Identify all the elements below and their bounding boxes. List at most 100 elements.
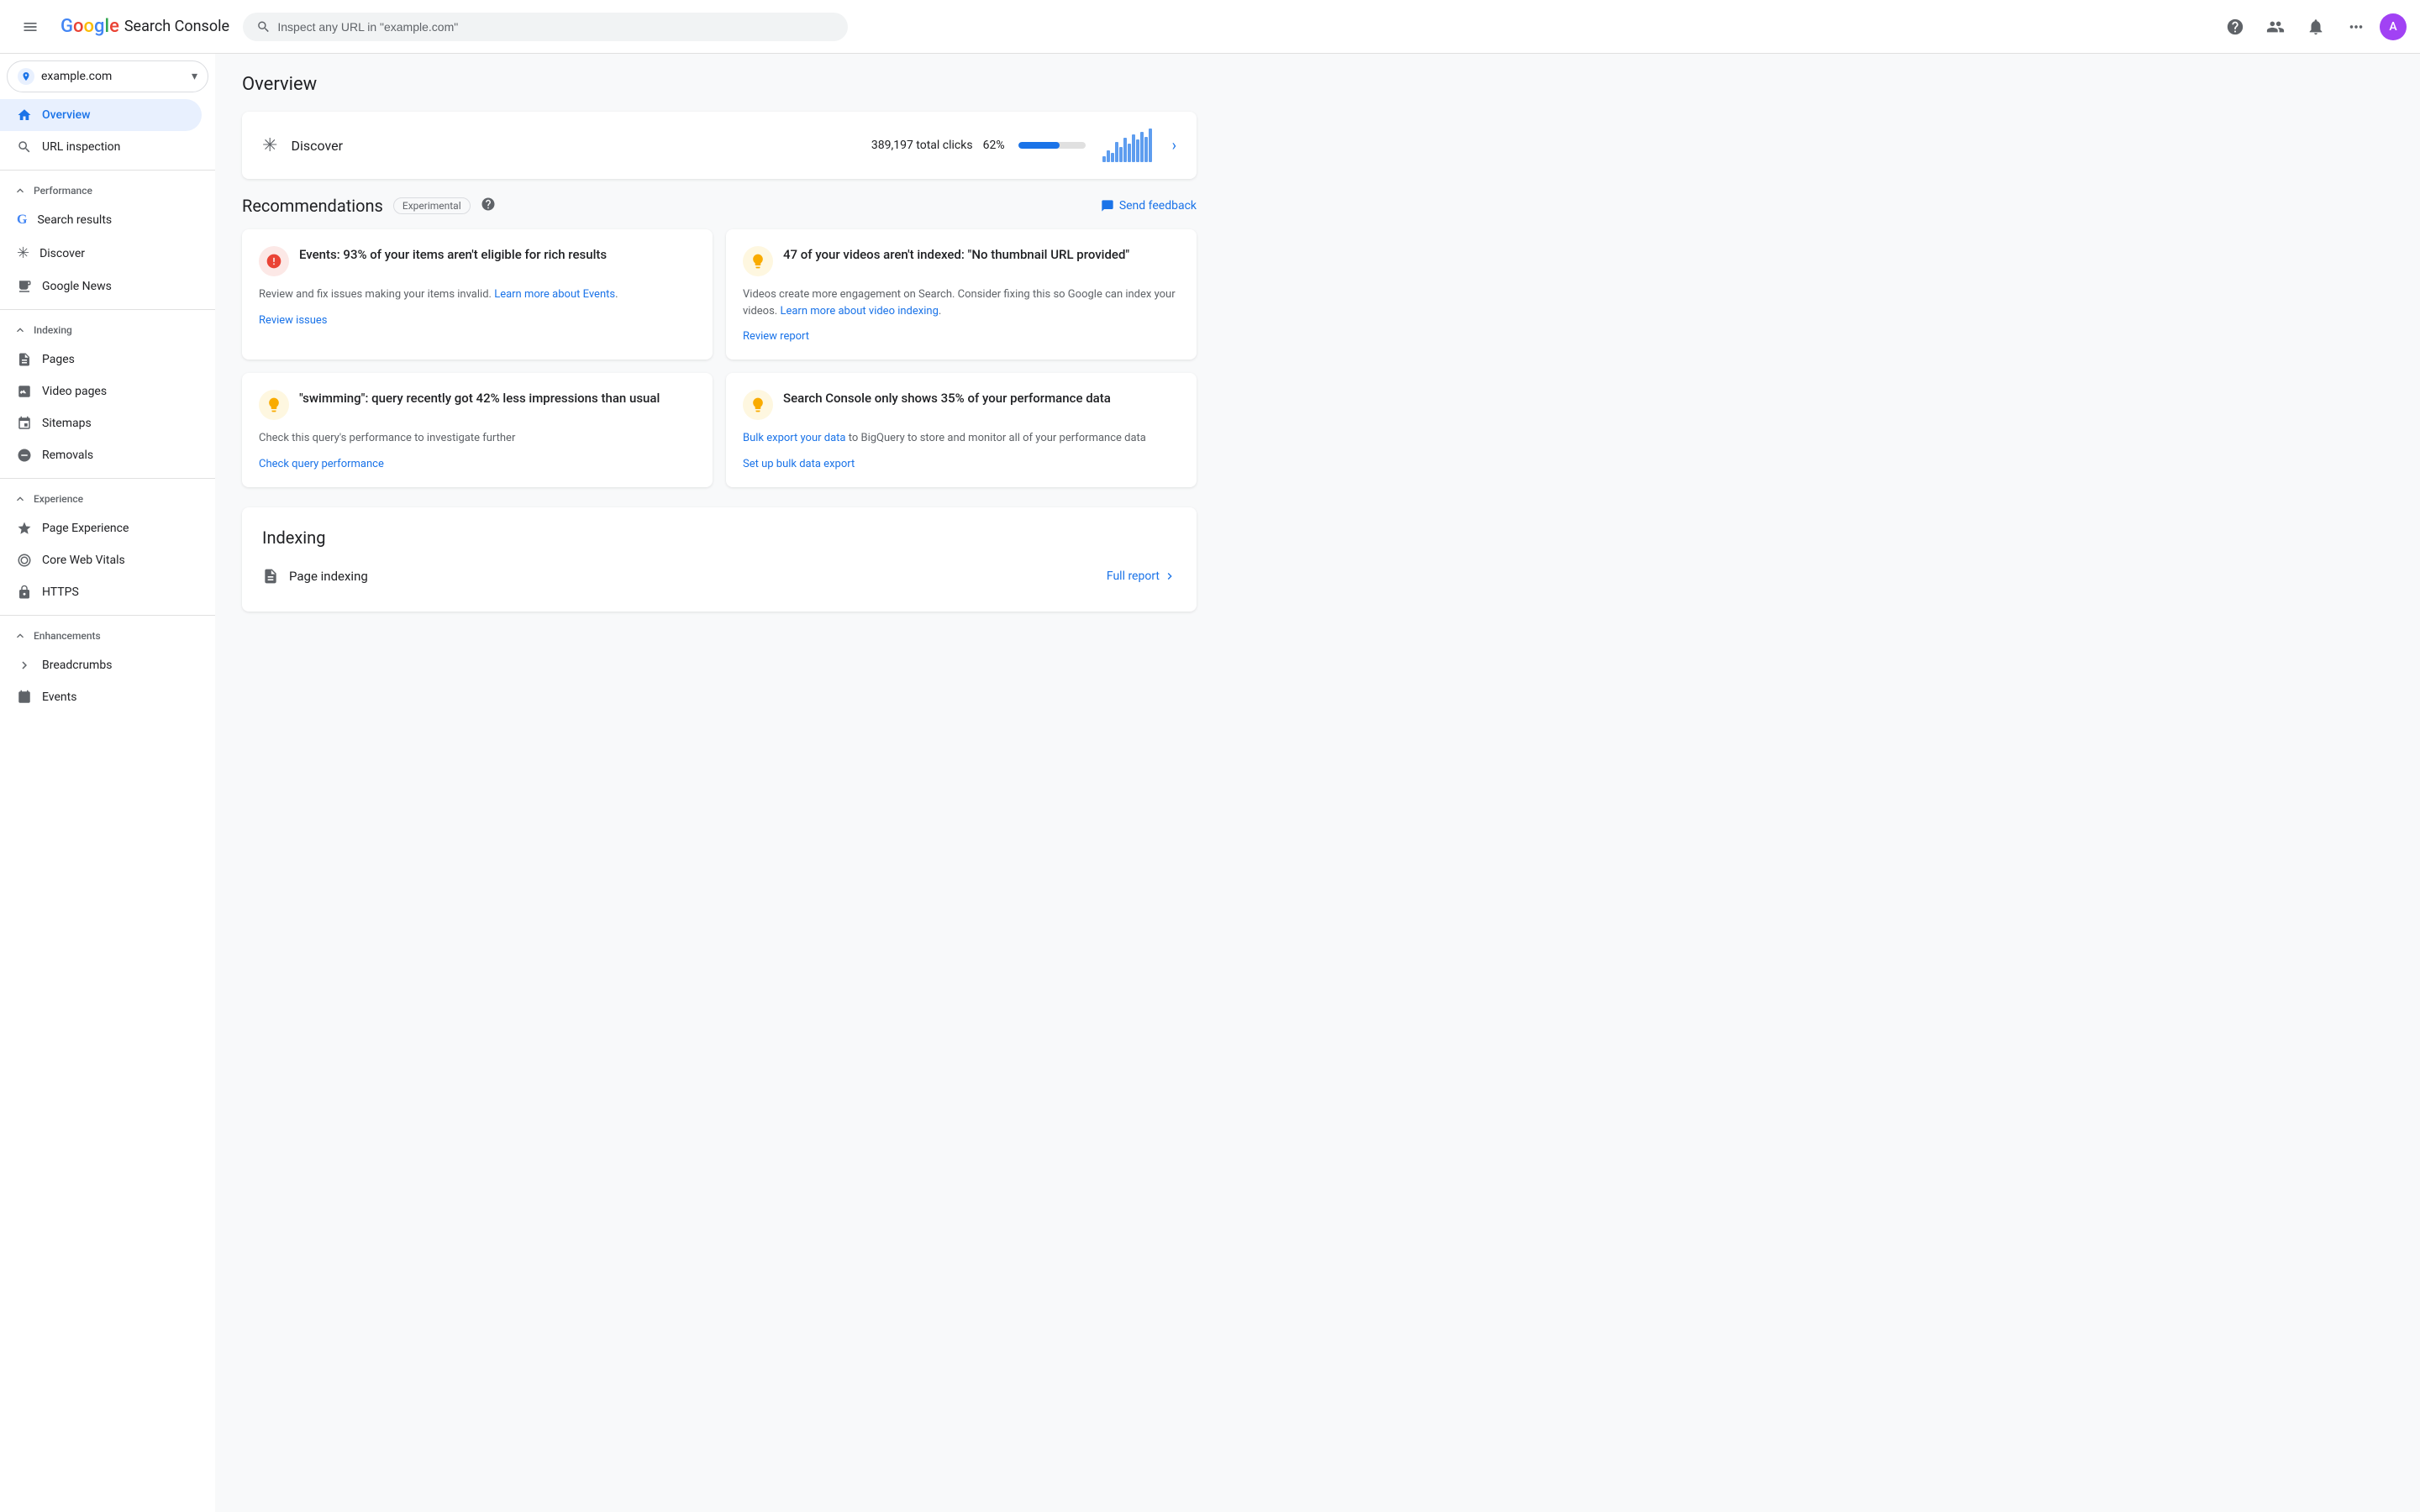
sidebar-label-https: HTTPS	[42, 585, 79, 599]
events-icon	[17, 690, 32, 705]
chart-bar	[1119, 147, 1123, 162]
rec-card-title-events: Events: 93% of your items aren't eligibl…	[299, 246, 607, 264]
recommendation-card-video: 47 of your videos aren't indexed: "No th…	[726, 229, 1197, 360]
discover-arrow-icon[interactable]: ›	[1172, 137, 1176, 155]
discover-stats: 389,197 total clicks 62%	[871, 129, 1159, 162]
sidebar-label-breadcrumbs: Breadcrumbs	[42, 659, 112, 672]
sidebar-label-removals: Removals	[42, 449, 93, 462]
apps-button[interactable]	[2339, 10, 2373, 44]
discover-icon: ✳	[17, 244, 29, 262]
discover-label: Discover	[291, 138, 857, 154]
recommendation-card-bulk-export: Search Console only shows 35% of your pe…	[726, 373, 1197, 487]
sidebar-item-google-news[interactable]: Google News	[0, 270, 202, 302]
section-label-indexing: Indexing	[34, 324, 72, 336]
rec-card-desc-swimming: Check this query's performance to invest…	[259, 430, 696, 447]
rec-card-desc-events: Review and fix issues making your items …	[259, 286, 696, 303]
rec-card-title-video: 47 of your videos aren't indexed: "No th…	[783, 246, 1129, 264]
recommendations-header: Recommendations Experimental Send feedba…	[242, 196, 1197, 216]
info-icon	[743, 246, 773, 276]
nav-divider-2	[0, 309, 215, 310]
chart-bar	[1102, 156, 1106, 162]
setup-bulk-export-link[interactable]: Set up bulk data export	[743, 458, 855, 470]
sidebar-label-overview: Overview	[42, 108, 90, 122]
vitals-icon	[17, 553, 32, 568]
collapse-icon	[13, 492, 27, 506]
arrow-right-icon	[1163, 570, 1176, 583]
rec-card-header: "swimming": query recently got 42% less …	[259, 390, 696, 420]
avatar[interactable]: A	[2380, 13, 2407, 40]
rec-card-desc-video: Videos create more engagement on Search.…	[743, 286, 1180, 319]
sidebar-item-https[interactable]: HTTPS	[0, 576, 202, 608]
sidebar-item-sitemaps[interactable]: Sitemaps	[0, 407, 202, 439]
discover-percentage: 62%	[983, 139, 1005, 152]
sidebar-label-sitemaps: Sitemaps	[42, 417, 92, 430]
page-experience-icon	[17, 521, 32, 536]
google-logo: Google	[60, 16, 119, 37]
sidebar-label-search-results: Search results	[37, 213, 112, 227]
google-g-icon: G	[17, 213, 27, 228]
chart-bar	[1132, 134, 1135, 162]
sidebar-item-url-inspection[interactable]: URL inspection	[0, 131, 202, 163]
sidebar-item-discover[interactable]: ✳ Discover	[0, 236, 202, 270]
help-button[interactable]	[2218, 10, 2252, 44]
nav-divider-1	[0, 170, 215, 171]
nav-divider-3	[0, 478, 215, 479]
help-circle-icon[interactable]	[481, 197, 496, 215]
chart-bar	[1115, 142, 1118, 162]
sidebar: example.com ▾ Overview URL inspection Pe…	[0, 54, 215, 1512]
rec-card-header: 47 of your videos aren't indexed: "No th…	[743, 246, 1180, 276]
section-header-indexing[interactable]: Indexing	[0, 317, 215, 344]
sidebar-item-removals[interactable]: Removals	[0, 439, 202, 471]
discover-progress-fill	[1018, 142, 1060, 149]
app-name: Search Console	[124, 18, 229, 35]
error-icon	[259, 246, 289, 276]
page-indexing-row: Page indexing Full report	[262, 561, 1176, 591]
discover-progress-bar	[1018, 142, 1086, 149]
main-content: Overview ✳ Discover 389,197 total clicks…	[215, 54, 1223, 648]
sidebar-label-events: Events	[42, 690, 76, 704]
sidebar-item-events[interactable]: Events	[0, 681, 202, 713]
full-report-link[interactable]: Full report	[1107, 570, 1176, 583]
chart-bar	[1107, 150, 1110, 162]
sidebar-label-page-experience: Page Experience	[42, 522, 129, 535]
learn-more-video-link[interactable]: Learn more about video indexing	[780, 305, 938, 318]
search-bar[interactable]	[243, 13, 848, 41]
breadcrumbs-icon	[17, 658, 32, 673]
chart-bar	[1128, 144, 1131, 162]
section-header-enhancements[interactable]: Enhancements	[0, 622, 215, 649]
sidebar-item-pages[interactable]: Pages	[0, 344, 202, 375]
manage-users-button[interactable]	[2259, 10, 2292, 44]
section-header-experience[interactable]: Experience	[0, 486, 215, 512]
property-selector[interactable]: example.com ▾	[7, 60, 208, 92]
sidebar-item-search-results[interactable]: G Search results	[0, 204, 202, 236]
experimental-badge: Experimental	[393, 197, 471, 214]
review-issues-link[interactable]: Review issues	[259, 314, 328, 327]
sidebar-item-breadcrumbs[interactable]: Breadcrumbs	[0, 649, 202, 681]
discover-card: ✳ Discover 389,197 total clicks 62%	[242, 112, 1197, 179]
discover-mini-chart	[1102, 129, 1152, 162]
send-feedback-button[interactable]: Send feedback	[1101, 199, 1197, 213]
page-title: Overview	[242, 74, 1197, 95]
property-icon	[18, 68, 34, 85]
lock-icon	[17, 585, 32, 600]
sidebar-item-video-pages[interactable]: Video pages	[0, 375, 202, 407]
menu-button[interactable]	[13, 10, 47, 44]
layout: example.com ▾ Overview URL inspection Pe…	[0, 54, 2420, 1512]
page-indexing-icon	[262, 568, 279, 585]
sidebar-item-core-web-vitals[interactable]: Core Web Vitals	[0, 544, 202, 576]
review-report-link[interactable]: Review report	[743, 330, 809, 343]
notifications-button[interactable]	[2299, 10, 2333, 44]
feedback-icon	[1101, 199, 1114, 213]
bulk-export-link[interactable]: Bulk export your data	[743, 432, 846, 444]
sidebar-item-overview[interactable]: Overview	[0, 99, 202, 131]
section-label-enhancements: Enhancements	[34, 630, 101, 642]
section-header-performance[interactable]: Performance	[0, 177, 215, 204]
sidebar-label-video-pages: Video pages	[42, 385, 107, 398]
recommendations-title: Recommendations	[242, 196, 383, 216]
sidebar-label-google-news: Google News	[42, 280, 112, 293]
sidebar-item-page-experience[interactable]: Page Experience	[0, 512, 202, 544]
search-input[interactable]	[277, 20, 834, 34]
learn-more-events-link[interactable]: Learn more about Events	[494, 288, 615, 301]
indexing-title: Indexing	[262, 528, 1176, 548]
check-query-performance-link[interactable]: Check query performance	[259, 458, 384, 470]
